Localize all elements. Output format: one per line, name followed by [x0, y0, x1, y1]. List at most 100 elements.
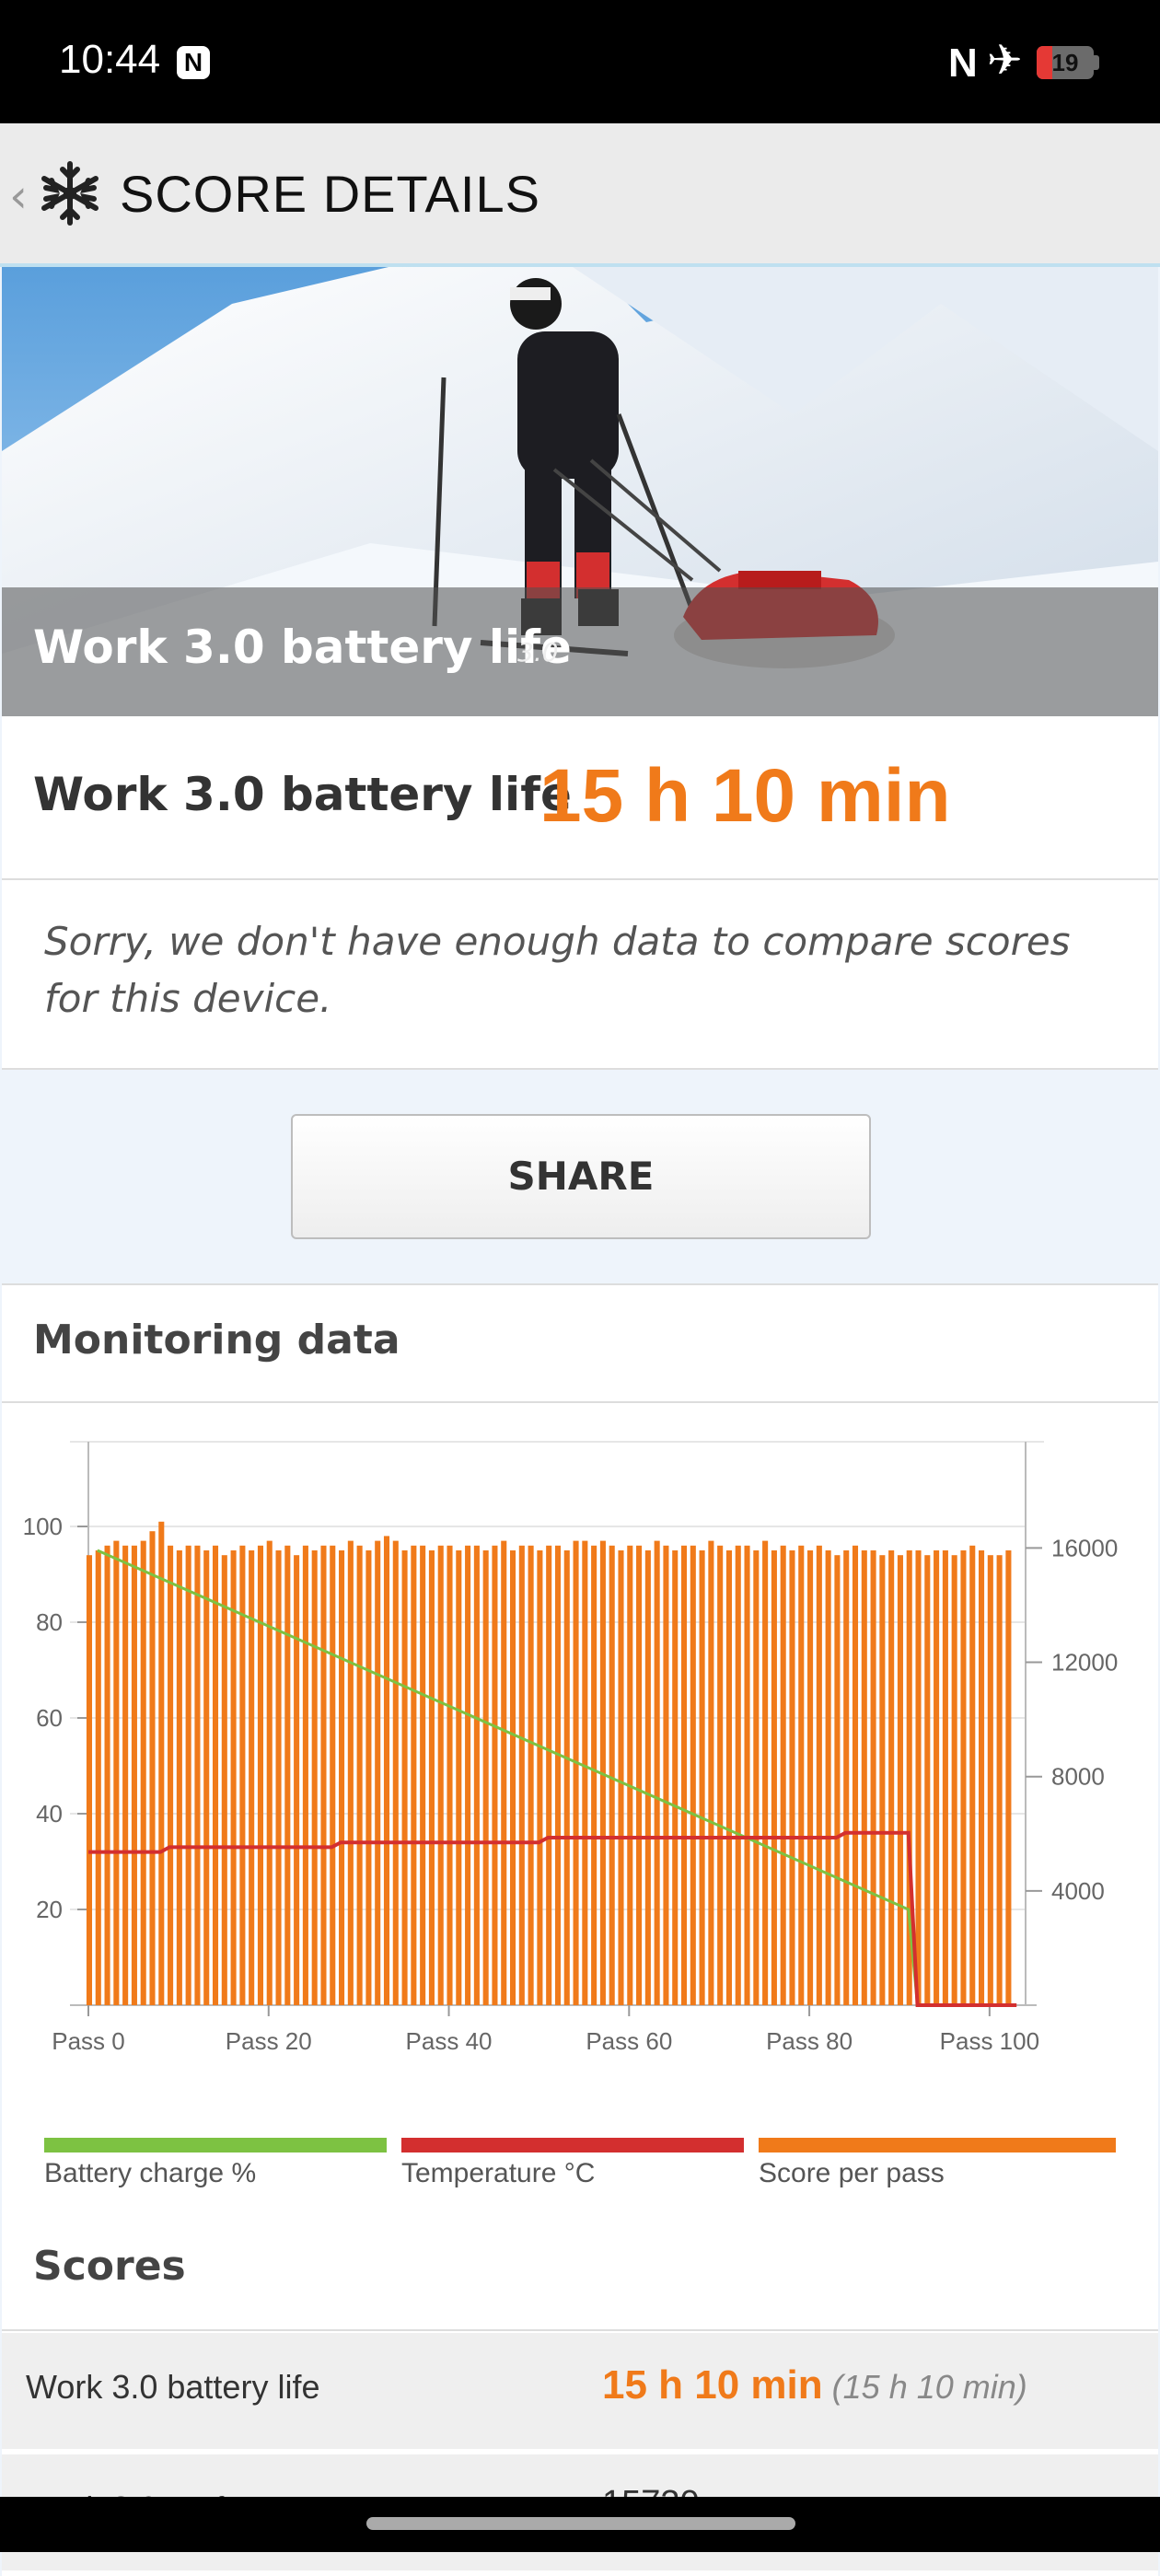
score-row-main-value: 15 h 10 min: [602, 2362, 823, 2408]
y-right-tick-label: 4000: [1051, 1877, 1105, 1905]
app-bar: ‹ SCORE DETAILS: [0, 123, 1160, 267]
y-left-tick-label: 80: [36, 1608, 63, 1636]
score-bar: [546, 1545, 552, 2005]
clock: 10:44: [59, 37, 161, 82]
score-bar: [411, 1545, 417, 2005]
page-title: SCORE DETAILS: [120, 165, 540, 223]
monitoring-title: Monitoring data: [33, 1317, 400, 1363]
share-button[interactable]: SHARE: [291, 1114, 871, 1239]
score-bar: [789, 1550, 795, 2005]
score-bar: [294, 1555, 300, 2005]
score-bar: [951, 1555, 957, 2005]
score-bar: [744, 1545, 750, 2005]
score-bar: [420, 1545, 426, 2005]
score-bar: [762, 1540, 769, 2005]
legend-score-label: Score per pass: [759, 2158, 945, 2188]
nfc-badge-icon: N: [177, 46, 210, 79]
legend-battery-label: Battery charge %: [44, 2158, 257, 2188]
y-left-tick-label: 60: [36, 1704, 63, 1732]
score-bar: [563, 1550, 570, 2005]
score-bar: [825, 1550, 831, 2005]
score-bar: [131, 1545, 137, 2005]
divider: [2, 2329, 1158, 2331]
score-label: Work 3.0 battery life: [33, 768, 572, 821]
home-gesture-handle[interactable]: [366, 2517, 795, 2530]
score-bar: [879, 1555, 886, 2005]
x-tick-label: Pass 100: [940, 2027, 1039, 2055]
score-bar: [798, 1545, 805, 2005]
score-bar: [356, 1545, 363, 2005]
score-bar: [934, 1550, 940, 2005]
snowflake-icon[interactable]: [37, 160, 103, 226]
score-bar: [113, 1540, 120, 2005]
score-bar: [330, 1545, 336, 2005]
score-bar: [807, 1550, 814, 2005]
score-bar: [140, 1540, 146, 2005]
back-icon[interactable]: ‹: [9, 169, 28, 223]
battery-level: 19: [1051, 49, 1079, 76]
score-bar: [275, 1550, 282, 2005]
score-bar: [383, 1536, 390, 2005]
score-bar: [185, 1545, 191, 2005]
score-bar: [554, 1545, 562, 2005]
score-row-sub-value: (15 h 10 min): [831, 2368, 1027, 2406]
score-bar: [979, 1550, 985, 2005]
x-tick-label: Pass 20: [226, 2027, 312, 2055]
score-bar: [861, 1550, 867, 2005]
score-bar: [753, 1550, 760, 2005]
score-bar: [365, 1550, 372, 2005]
score-bar: [915, 1550, 922, 2005]
score-bar: [996, 1555, 1003, 2005]
score-bar: [591, 1545, 597, 2005]
score-bar: [897, 1555, 903, 2005]
y-left-tick-label: 100: [23, 1513, 63, 1540]
score-bar: [473, 1545, 480, 2005]
score-row-value: 15 h 10 min (15 h 10 min): [602, 2362, 1027, 2408]
score-bar: [654, 1540, 660, 2005]
score-bar: [392, 1540, 399, 2005]
score-bar: [573, 1540, 579, 2005]
legend-temperature-label: Temperature °C: [401, 2158, 596, 2188]
score-bar: [609, 1545, 615, 2005]
score-bar: [582, 1540, 588, 2005]
score-bar: [924, 1555, 931, 2005]
score-bar: [447, 1545, 453, 2005]
score-bar: [725, 1550, 732, 2005]
airplane-mode-icon: ✈: [987, 35, 1023, 85]
score-bar: [176, 1550, 182, 2005]
score-bar: [104, 1545, 110, 2005]
legend-battery: Battery charge %: [44, 2138, 387, 2193]
score-bar: [510, 1550, 516, 2005]
score-bar: [627, 1545, 633, 2005]
score-bar: [969, 1545, 976, 2005]
monitoring-card: Monitoring data 20 40 60 80 100 4000 8000 12000…: [2, 1283, 1158, 2576]
score-bar: [843, 1550, 850, 2005]
score-bar: [230, 1550, 237, 2005]
score-value: 15 h 10 min: [539, 754, 951, 838]
nfc-icon: N: [948, 41, 978, 86]
score-bar: [699, 1550, 705, 2005]
score-bar: [212, 1545, 219, 2005]
score-bar: [888, 1550, 895, 2005]
score-bar: [735, 1545, 741, 2005]
score-bar: [194, 1545, 201, 2005]
legend-temperature: Temperature °C: [401, 2138, 744, 2193]
score-row-battery-life: Work 3.0 battery life 15 h 10 min (15 h 1…: [2, 2333, 1158, 2454]
score-bar: [284, 1545, 291, 2005]
comparison-text: Sorry, we don't have enough data to comp…: [44, 919, 1071, 1021]
score-bar: [672, 1550, 679, 2005]
score-bar: [680, 1545, 688, 2005]
x-tick-label: Pass 60: [586, 2027, 672, 2055]
score-bar: [618, 1550, 624, 2005]
score-row-name: Work 3.0 battery life: [26, 2368, 320, 2406]
score-bar: [834, 1555, 841, 2005]
score-bar: [158, 1521, 165, 2005]
monitoring-chart: 20 40 60 80 100 4000 8000 12000 16000 Pass 0 Pass …: [23, 1441, 1118, 2055]
score-bar: [266, 1540, 273, 2005]
y-right-tick-label: 16000: [1051, 1534, 1118, 1561]
x-tick-label: Pass 80: [766, 2027, 853, 2055]
status-bar: 10:44 N N ✈ 19: [0, 0, 1160, 123]
score-bar: [347, 1540, 354, 2005]
score-bar: [636, 1545, 643, 2005]
score-bar: [852, 1545, 859, 2005]
